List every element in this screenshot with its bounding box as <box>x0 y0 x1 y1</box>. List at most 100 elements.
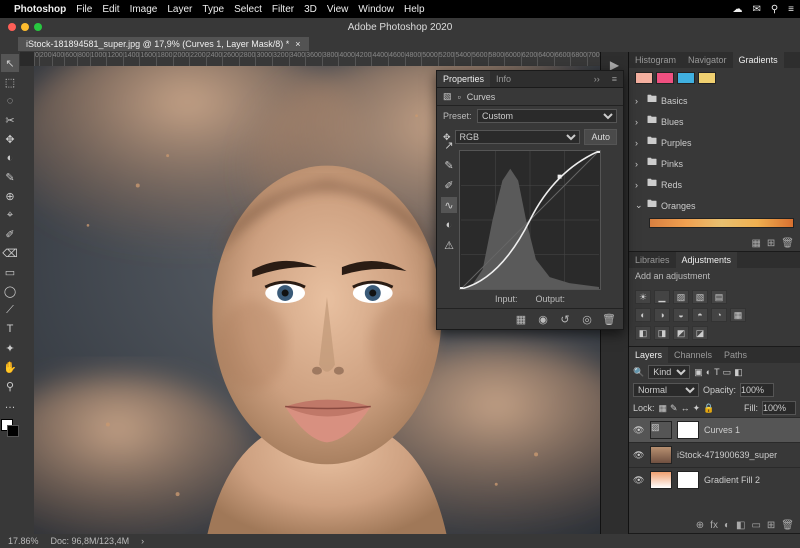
zoom-tool[interactable]: ⚲ <box>1 377 19 395</box>
add-mask-icon[interactable]: ◐ <box>724 520 730 531</box>
new-group-icon[interactable]: ▦ <box>751 238 760 249</box>
properties-panel[interactable]: Properties Info ›› ≡ ▧ ▫ Curves Preset: … <box>436 70 624 330</box>
tab-channels[interactable]: Channels <box>668 347 718 363</box>
curve-tool[interactable]: ◐ <box>441 217 457 233</box>
color-swatches[interactable] <box>1 419 19 437</box>
gradient-swatch[interactable] <box>635 72 653 84</box>
adjustment-icon[interactable]: ☀ <box>635 290 651 304</box>
menu-view[interactable]: View <box>327 4 349 15</box>
layer-mask-thumb[interactable] <box>677 471 699 489</box>
gradient-swatch[interactable] <box>656 72 674 84</box>
folder-basics[interactable]: ›🖿Basics <box>635 90 794 111</box>
new-layer-icon[interactable]: ⊞ <box>767 520 775 531</box>
fill-thumb[interactable] <box>650 471 672 489</box>
gradient-swatch[interactable] <box>698 72 716 84</box>
adjustment-icon[interactable]: ◔ <box>711 308 727 322</box>
new-adjustment-icon[interactable]: ◧ <box>736 520 745 531</box>
menu-app[interactable]: Photoshop <box>14 4 66 15</box>
layer-item[interactable]: 👁Gradient Fill 2 <box>629 467 800 492</box>
layer-item[interactable]: 👁▨Curves 1 <box>629 417 800 442</box>
visibility-icon[interactable]: 👁 <box>633 425 645 436</box>
link-layers-icon[interactable]: ⊕ <box>696 520 704 531</box>
healing-tool[interactable]: ⊕ <box>1 187 19 205</box>
doc-info-chevron[interactable]: › <box>141 536 144 546</box>
layer-filter-icon[interactable]: ◐ <box>706 367 711 378</box>
adjustment-icon[interactable]: ▤ <box>711 290 727 304</box>
path-tool[interactable]: ✦ <box>1 339 19 357</box>
cloud-icon[interactable]: ☁︎ <box>732 4 742 15</box>
gradient-swatch[interactable] <box>677 72 695 84</box>
curve-tool[interactable]: ∿ <box>441 197 457 213</box>
search-icon[interactable]: ⚲ <box>771 4 778 15</box>
hand-tool[interactable]: ✋ <box>1 358 19 376</box>
menu-filter[interactable]: Filter <box>272 4 294 15</box>
tab-info[interactable]: Info <box>490 71 517 87</box>
layer-item[interactable]: 👁iStock-471900639_super <box>629 442 800 467</box>
adjustment-icon[interactable]: ▨ <box>673 290 689 304</box>
curve-tool[interactable]: ↗ <box>441 137 457 153</box>
reset-icon[interactable]: ↺ <box>557 312 573 326</box>
pen-tool[interactable]: ⟋ <box>1 301 19 319</box>
clone-tool[interactable]: ⌖ <box>1 206 19 224</box>
crop-tool[interactable]: ✂ <box>1 111 19 129</box>
lasso-tool[interactable]: ◌ <box>1 92 19 110</box>
adjustment-icon[interactable]: ◒ <box>673 308 689 322</box>
fill-input[interactable] <box>762 401 796 415</box>
adjustment-icon[interactable]: ◓ <box>692 308 708 322</box>
tab-paths[interactable]: Paths <box>718 347 753 363</box>
frame-tool[interactable]: ✥ <box>1 130 19 148</box>
tab-properties[interactable]: Properties <box>437 71 490 87</box>
ruler-vertical[interactable] <box>20 66 34 534</box>
tab-layers[interactable]: Layers <box>629 347 668 363</box>
adjustment-icon[interactable]: ▁ <box>654 290 670 304</box>
pencil-tool[interactable]: ✐ <box>1 225 19 243</box>
menu-layer[interactable]: Layer <box>167 4 192 15</box>
channel-select[interactable]: RGB <box>455 130 581 144</box>
layer-filter-icon[interactable]: ▣ <box>694 367 703 378</box>
eraser-tool[interactable]: ⌫ <box>1 244 19 262</box>
adjustment-icon[interactable]: ◑ <box>654 308 670 322</box>
menu-image[interactable]: Image <box>130 4 158 15</box>
adjustment-icon[interactable]: ◧ <box>635 326 651 340</box>
adjustment-icon[interactable]: ▧ <box>692 290 708 304</box>
visibility-icon[interactable]: 👁 <box>633 450 645 461</box>
background-swatch[interactable] <box>7 425 19 437</box>
clip-icon[interactable]: ▦ <box>513 312 529 326</box>
layer-thumb[interactable] <box>650 446 672 464</box>
ruler-horizontal[interactable]: 0200400600800100012001400160018002000220… <box>34 52 600 66</box>
eyedropper-tool[interactable]: ◐ <box>1 149 19 167</box>
layer-filter-icon[interactable]: ▭ <box>723 367 732 378</box>
new-group-icon[interactable]: ▭ <box>751 520 760 531</box>
panel-menu-icon[interactable]: ≡ <box>606 71 623 87</box>
move-tool[interactable]: ↖ <box>1 54 19 72</box>
delete-layer-icon[interactable]: 🗑 <box>781 520 794 531</box>
type-tool[interactable]: T <box>1 320 19 338</box>
folder-purples[interactable]: ›🖿Purples <box>635 132 794 153</box>
delete-adjustment-icon[interactable]: 🗑 <box>601 312 617 326</box>
lock-icon[interactable]: 🔒 <box>703 403 714 414</box>
document-tab[interactable]: iStock-181894581_super.jpg @ 17,9% (Curv… <box>18 37 309 51</box>
menu-file[interactable]: File <box>76 4 92 15</box>
adjustment-icon[interactable]: ◩ <box>673 326 689 340</box>
layer-filter-kind[interactable]: Kind <box>648 365 690 379</box>
visibility-icon[interactable]: 👁 <box>633 475 645 486</box>
layer-filter-icon[interactable]: T <box>714 367 720 378</box>
menu-select[interactable]: Select <box>234 4 262 15</box>
menu-type[interactable]: Type <box>202 4 224 15</box>
tab-libraries[interactable]: Libraries <box>629 252 676 268</box>
blend-mode-select[interactable]: Normal <box>633 383 699 397</box>
adjustment-icon[interactable]: ◪ <box>692 326 708 340</box>
opacity-input[interactable] <box>740 383 774 397</box>
curve-tool[interactable]: ⚠ <box>441 237 457 253</box>
tab-histogram[interactable]: Histogram <box>629 52 682 68</box>
view-prev-icon[interactable]: ◉ <box>535 312 551 326</box>
lock-icon[interactable]: ✎ <box>670 403 678 414</box>
folder-oranges[interactable]: ⌄🖿Oranges <box>635 195 794 216</box>
layer-fx-icon[interactable]: fx <box>710 520 718 531</box>
edit-toolbar[interactable]: … <box>1 396 19 414</box>
shape-tool[interactable]: ◯ <box>1 282 19 300</box>
list-icon[interactable]: ≡ <box>788 4 794 15</box>
folder-pinks[interactable]: ›🖿Pinks <box>635 153 794 174</box>
layer-mask-thumb[interactable] <box>677 421 699 439</box>
menu-edit[interactable]: Edit <box>102 4 119 15</box>
